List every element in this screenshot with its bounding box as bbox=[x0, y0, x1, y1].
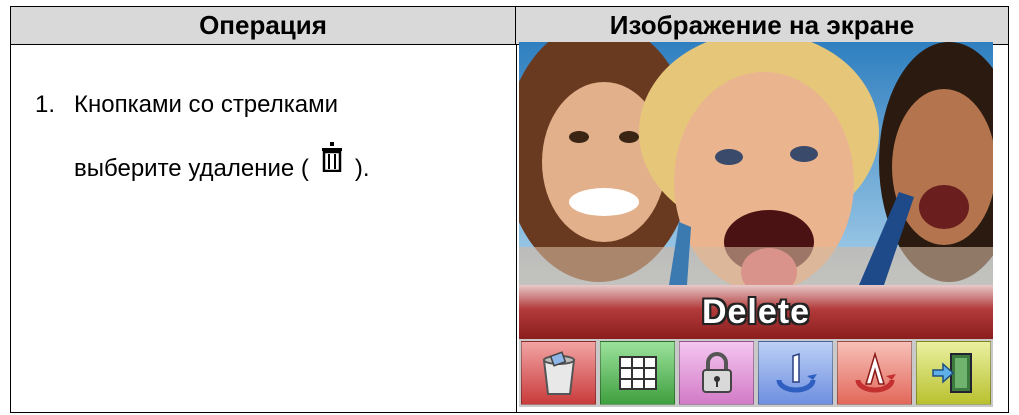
trash-icon bbox=[321, 142, 343, 173]
menu-icon-bar bbox=[519, 339, 993, 407]
operation-cell: 1. Кнопками со стрелками выберите удален… bbox=[11, 47, 516, 412]
exit-door-icon bbox=[931, 353, 972, 393]
banner-label: Delete bbox=[701, 292, 811, 331]
rotate-all-icon bbox=[855, 351, 896, 393]
step-text-before-icon: выберите удаление ( bbox=[74, 155, 309, 182]
step-number: 1. bbox=[35, 91, 56, 118]
rotate-one-icon bbox=[776, 352, 817, 393]
header-operation: Операция bbox=[11, 7, 516, 45]
menu-exit-button[interactable] bbox=[916, 341, 991, 405]
thumbnail-grid-icon bbox=[618, 356, 657, 390]
delete-bin-icon bbox=[542, 351, 575, 395]
header-screen-image: Изображение на экране bbox=[516, 7, 1008, 45]
lock-icon bbox=[701, 352, 732, 393]
step-text-line2: выберите удаление ( ). bbox=[74, 142, 370, 184]
menu-rotate-all-button[interactable] bbox=[837, 341, 912, 405]
menu-delete-button[interactable] bbox=[521, 341, 596, 405]
camera-screen: Delete bbox=[519, 42, 993, 407]
mode-banner: Delete bbox=[519, 285, 993, 339]
column-divider bbox=[516, 45, 517, 412]
step-text-after-icon: ). bbox=[354, 155, 370, 182]
menu-rotate-one-button[interactable] bbox=[758, 341, 833, 405]
menu-thumbnail-button[interactable] bbox=[600, 341, 675, 405]
step-text-line1: Кнопками со стрелками bbox=[74, 91, 338, 118]
menu-protect-button[interactable] bbox=[679, 341, 754, 405]
preview-photo bbox=[519, 42, 993, 285]
